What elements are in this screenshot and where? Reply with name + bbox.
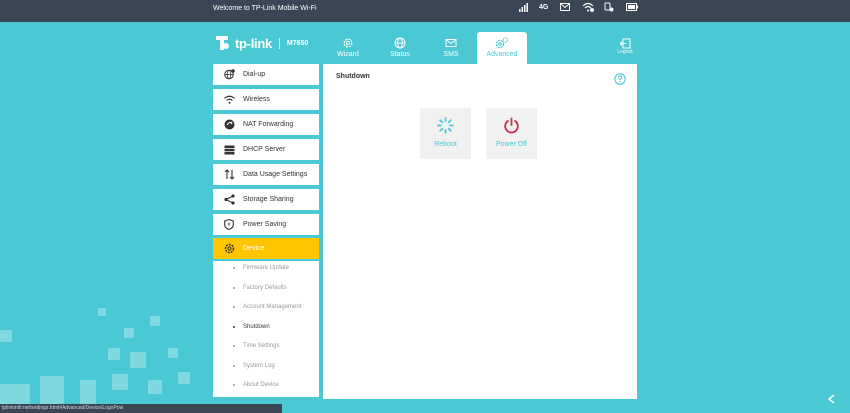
decorative-block <box>108 348 120 360</box>
decorative-block <box>98 308 106 316</box>
sidebar-item-dhcp-server[interactable]: DHCP Server <box>213 139 319 160</box>
sidebar-item-device[interactable]: Device <box>213 238 319 259</box>
chevron-left-icon[interactable] <box>826 392 838 410</box>
tab-wizard[interactable]: Wizard <box>323 32 373 64</box>
submenu-item-label: Time Settings <box>243 343 280 349</box>
sidebar-item-label: NAT Forwarding <box>243 121 294 128</box>
tab-wizard-label: Wizard <box>337 51 359 58</box>
sidebar-item-label: Device <box>243 245 265 252</box>
wifi-icon <box>222 93 236 107</box>
clients-icon <box>604 0 614 14</box>
share-icon <box>222 193 236 207</box>
tab-status-label: Status <box>390 51 410 58</box>
power-icon <box>504 117 519 134</box>
sidebar-item-label: Power Saving <box>243 221 287 228</box>
submenu-item-label: Account Management <box>243 304 302 310</box>
sidebar-item-wireless[interactable]: Wireless <box>213 89 319 110</box>
submenu-item-label: Firmware Update <box>243 265 290 271</box>
sidebar-item-label: Data Usage Settings <box>243 171 308 178</box>
logout-button[interactable]: Logout <box>610 38 640 55</box>
logout-icon <box>619 38 630 49</box>
dialup-icon <box>222 68 236 82</box>
submenu-item-time-settings[interactable]: Time Settings <box>233 343 279 349</box>
submenu-item-system-log[interactable]: System Log <box>233 363 275 369</box>
submenu-item-factory-defaults[interactable]: Factory Defaults <box>233 285 287 291</box>
reboot-button[interactable]: Reboot <box>420 108 471 159</box>
tab-status[interactable]: Status <box>375 32 425 64</box>
main-panel: Shutdown Reboot Power Off <box>323 64 637 399</box>
submenu-item-label: About Device <box>243 382 279 388</box>
url-status-bar: tplinkmifi.net/settings.html#Advanced/De… <box>0 404 282 413</box>
sidebar-item-label: Dial-up <box>243 71 266 78</box>
page-title: Shutdown <box>336 73 370 80</box>
help-icon[interactable] <box>614 72 626 90</box>
sidebar-item-nat-forwarding[interactable]: NAT Forwarding <box>213 114 319 135</box>
power-off-label: Power Off <box>496 141 527 148</box>
decorative-block <box>112 374 128 390</box>
sidebar-item-dialup[interactable]: Dial-up <box>213 64 319 85</box>
tab-sms[interactable]: SMS <box>426 32 476 64</box>
brand-name: tp-link <box>235 35 272 51</box>
sidebar-item-label: Storage Sharing <box>243 196 294 203</box>
submenu-item-shutdown[interactable]: Shutdown <box>233 324 270 330</box>
bullet-icon <box>233 306 235 308</box>
tab-sms-label: SMS <box>443 51 459 58</box>
battery-icon <box>626 0 638 14</box>
bullet-icon <box>233 267 235 269</box>
logout-label: Logout <box>617 49 633 55</box>
reboot-label: Reboot <box>434 141 457 148</box>
envelope-icon <box>445 39 457 47</box>
bullet-icon <box>233 345 235 347</box>
sidebar-item-storage-sharing[interactable]: Storage Sharing <box>213 189 319 210</box>
bullet-icon <box>233 287 235 289</box>
submenu-item-firmware-update[interactable]: Firmware Update <box>233 265 289 271</box>
sidebar-item-label: DHCP Server <box>243 146 286 153</box>
sidebar-item-data-usage[interactable]: Data Usage Settings <box>213 164 319 185</box>
device-submenu: Firmware Update Factory Defaults Account… <box>213 261 319 397</box>
signal-icon <box>519 0 528 14</box>
reboot-spinner-icon <box>437 117 454 134</box>
gear-icon <box>222 242 236 256</box>
mail-icon[interactable] <box>560 0 570 14</box>
bullet-icon <box>233 326 235 328</box>
submenu-item-about-device[interactable]: About Device <box>233 382 279 388</box>
decorative-block <box>150 316 160 326</box>
gears-icon <box>495 37 509 49</box>
decorative-block <box>80 380 96 404</box>
decorative-block <box>148 380 162 394</box>
model-name: M7650 <box>286 39 309 47</box>
bullet-icon <box>233 384 235 386</box>
server-icon <box>222 143 236 157</box>
logo-mark-icon <box>216 36 229 50</box>
globe-icon <box>394 37 406 49</box>
nat-icon <box>222 118 236 132</box>
submenu-item-label: System Log <box>243 363 275 369</box>
decorative-block <box>40 376 64 404</box>
tp-link-logo: tp-link M7650 <box>213 33 308 53</box>
decorative-block <box>0 330 12 342</box>
submenu-item-account-management[interactable]: Account Management <box>233 304 301 310</box>
shield-icon <box>222 218 236 232</box>
decorative-block <box>130 352 146 368</box>
submenu-item-label: Shutdown <box>243 324 270 330</box>
logo-divider <box>278 37 280 49</box>
decorative-block <box>124 328 134 338</box>
bullet-icon <box>233 365 235 367</box>
tab-advanced-label: Advanced <box>486 51 518 58</box>
decorative-block <box>178 372 190 384</box>
decorative-block <box>0 384 30 404</box>
gear-icon <box>343 38 353 48</box>
sidebar-item-power-saving[interactable]: Power Saving <box>213 214 319 235</box>
submenu-item-label: Factory Defaults <box>243 285 287 291</box>
sidebar-item-label: Wireless <box>243 96 270 103</box>
network-type: 4G <box>539 3 549 11</box>
welcome-text: Welcome to TP-Link Mobile Wi-Fi <box>213 5 317 12</box>
decorative-block <box>168 348 178 358</box>
data-arrows-icon <box>222 168 236 182</box>
tab-advanced[interactable]: Advanced <box>477 32 527 64</box>
status-bar: Welcome to TP-Link Mobile Wi-Fi 4G <box>0 0 850 22</box>
wifi-icon <box>582 0 594 14</box>
sidebar: Dial-up Wireless NAT Forwarding DHCP Ser… <box>213 64 319 397</box>
power-off-button[interactable]: Power Off <box>486 108 537 159</box>
